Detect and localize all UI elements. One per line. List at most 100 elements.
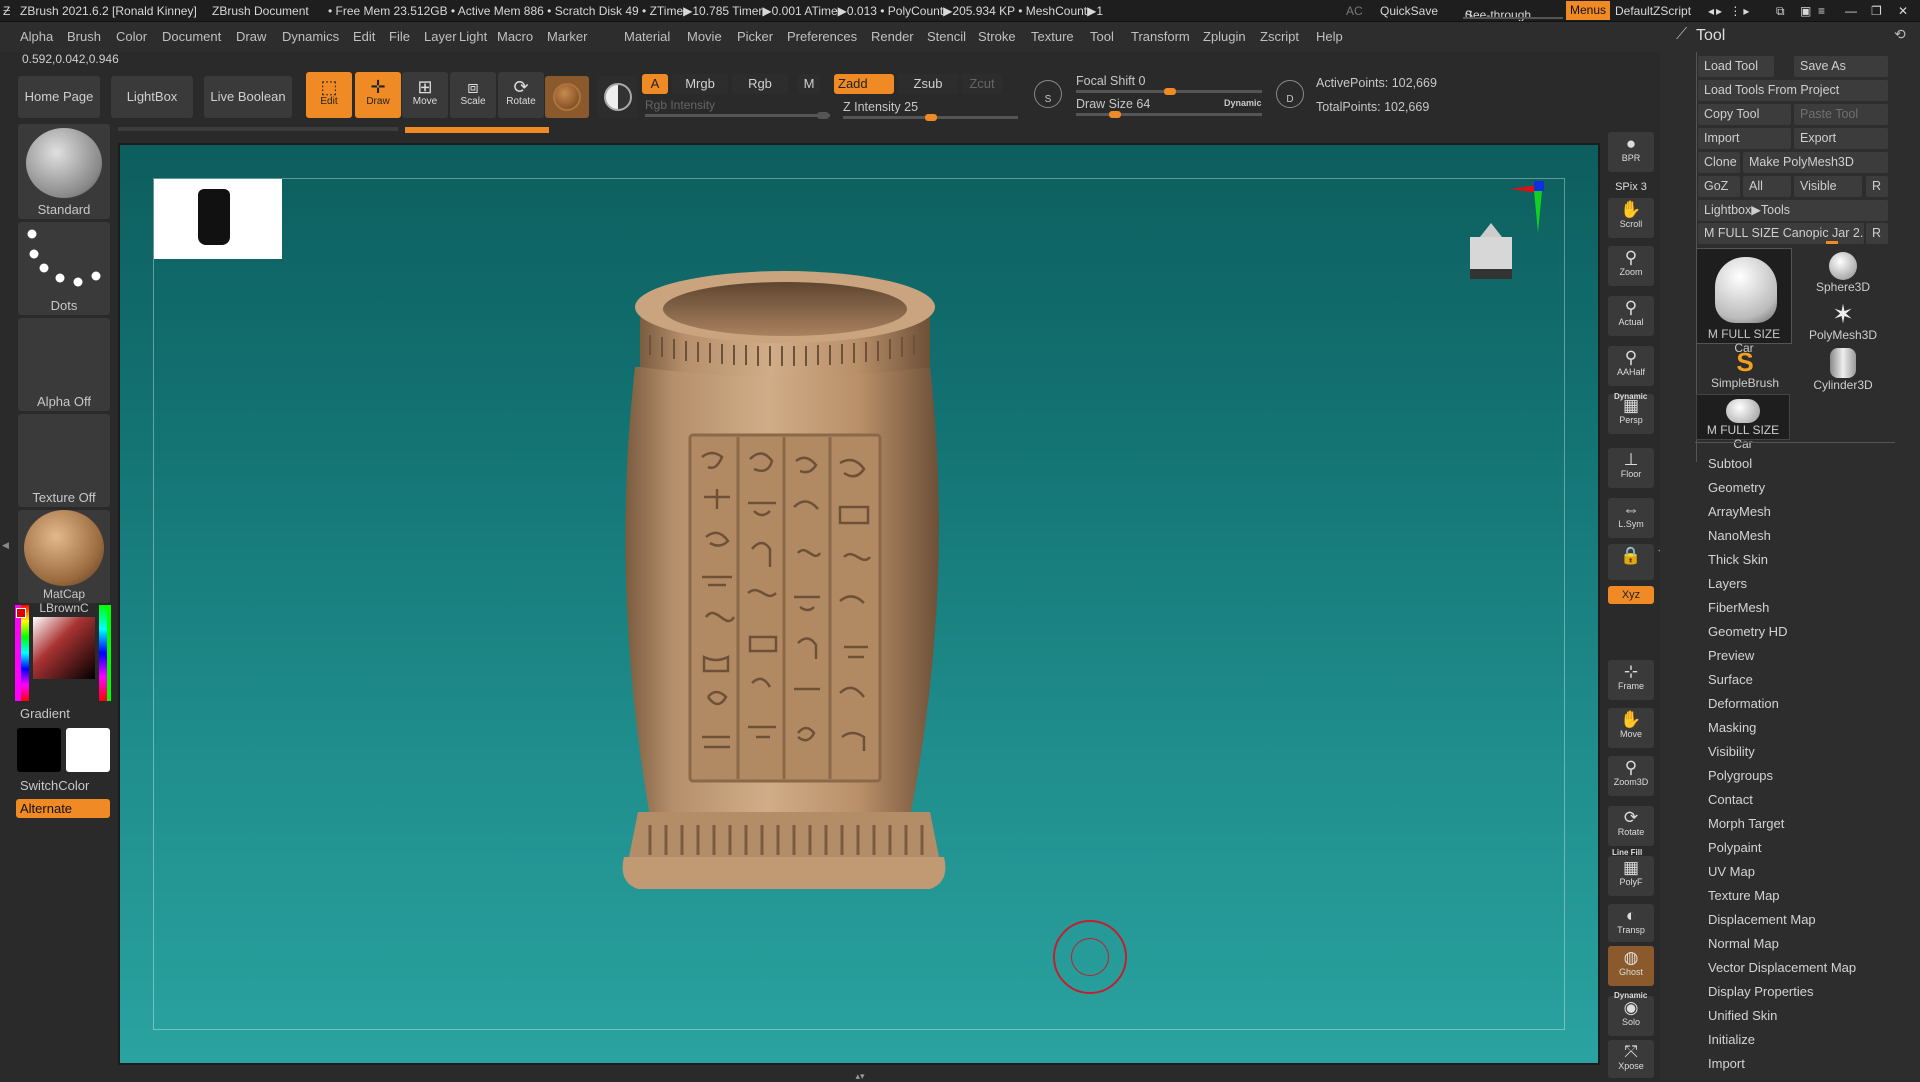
menu-alpha[interactable]: Alpha [20, 29, 53, 44]
menu-transform[interactable]: Transform [1131, 29, 1190, 44]
stroke-selector[interactable]: Dots [18, 222, 110, 315]
z-intensity-slider[interactable]: Z Intensity 25 [843, 100, 918, 114]
make-polymesh3d-button[interactable]: Make PolyMesh3D [1743, 152, 1888, 173]
section-unified-skin[interactable]: Unified Skin [1708, 1008, 1777, 1023]
section-polygroups[interactable]: Polygroups [1708, 768, 1773, 783]
section-subtool[interactable]: Subtool [1708, 456, 1752, 471]
navigator-thumbnail[interactable] [154, 179, 282, 259]
menu-stencil[interactable]: Stencil [927, 29, 966, 44]
switchcolor-button[interactable]: SwitchColor [20, 778, 89, 793]
tool-thumb-current[interactable]: M FULL SIZE Car [1696, 248, 1792, 355]
secondary-color-swatch[interactable] [66, 728, 110, 772]
section-geometry-hd[interactable]: Geometry HD [1708, 624, 1787, 639]
goz-all-button[interactable]: All [1743, 176, 1791, 197]
section-geometry[interactable]: Geometry [1708, 480, 1765, 495]
actual-button[interactable]: ⚲ Actual [1608, 296, 1654, 336]
current-tool-slider[interactable]: M FULL SIZE Canopic Jar 2. 4 [1698, 223, 1864, 244]
move-mode-button[interactable]: ⊞ Move [402, 72, 448, 118]
section-import[interactable]: Import [1708, 1056, 1745, 1071]
menu-tool[interactable]: Tool [1090, 29, 1114, 44]
spix-button[interactable]: SPix 3 [1608, 178, 1654, 196]
current-tool-r-button[interactable]: R [1866, 223, 1888, 244]
mrgb-button[interactable]: Mrgb [672, 74, 728, 94]
left-collapse-icon[interactable]: ◀ [2, 540, 9, 551]
copy-tool-button[interactable]: Copy Tool [1698, 104, 1791, 125]
lightbox-tools-button[interactable]: Lightbox▶Tools [1698, 200, 1888, 221]
menu-preferences[interactable]: Preferences [787, 29, 857, 44]
menu-stroke[interactable]: Stroke [978, 29, 1016, 44]
window-icon[interactable]: ⧉ [1776, 4, 1785, 19]
section-texture-map[interactable]: Texture Map [1708, 888, 1780, 903]
goz-button[interactable]: GoZ [1698, 176, 1740, 197]
section-display-properties[interactable]: Display Properties [1708, 984, 1814, 999]
aahalf-button[interactable]: ⚲ AAHalf [1608, 346, 1654, 386]
section-displacement-map[interactable]: Displacement Map [1708, 912, 1816, 927]
section-contact[interactable]: Contact [1708, 792, 1753, 807]
goz-r-button[interactable]: R [1866, 176, 1888, 197]
draw-size-icon[interactable]: D [1276, 80, 1304, 108]
section-polypaint[interactable]: Polypaint [1708, 840, 1761, 855]
section-vector-displacement-map[interactable]: Vector Displacement Map [1708, 960, 1856, 975]
menu-file[interactable]: File [389, 29, 410, 44]
ac-label[interactable]: AC [1346, 4, 1363, 18]
menu-draw[interactable]: Draw [236, 29, 266, 44]
menu-color[interactable]: Color [116, 29, 147, 44]
view-cube-icon[interactable] [1460, 217, 1522, 289]
section-layers[interactable]: Layers [1708, 576, 1747, 591]
floor-button[interactable]: ⊥ Floor [1608, 448, 1654, 488]
ghost-button[interactable]: ◍ Ghost [1608, 946, 1654, 986]
menu-movie[interactable]: Movie [687, 29, 722, 44]
rotate-view-button[interactable]: ⟳ Rotate [1608, 806, 1654, 846]
focal-shift-icon[interactable]: S [1034, 80, 1062, 108]
section-arraymesh[interactable]: ArrayMesh [1708, 504, 1771, 519]
edit-mode-button[interactable]: ⬚ Edit [306, 72, 352, 118]
clone-button[interactable]: Clone [1698, 152, 1740, 173]
canopic-jar-model[interactable] [610, 257, 1000, 907]
default-zscript-button[interactable]: DefaultZScript [1615, 4, 1691, 18]
alternate-button[interactable]: Alternate [16, 799, 110, 818]
texture-selector[interactable]: Texture Off [18, 414, 110, 507]
yin-yang-icon[interactable] [598, 76, 638, 118]
gradient-label[interactable]: Gradient [20, 706, 70, 721]
solo-button[interactable]: ◉ Solo [1608, 996, 1654, 1036]
load-tools-from-project-button[interactable]: Load Tools From Project [1698, 80, 1888, 101]
quicksave-button[interactable]: QuickSave [1380, 4, 1438, 18]
menu-document[interactable]: Document [162, 29, 221, 44]
layout-icon[interactable]: ◂▸ ⋮▸ [1708, 4, 1751, 18]
draw-mode-button[interactable]: ✛ Draw [355, 72, 401, 118]
section-uv-map[interactable]: UV Map [1708, 864, 1755, 879]
menu-marker[interactable]: Marker [547, 29, 587, 44]
alpha-selector[interactable]: Alpha Off [18, 318, 110, 411]
save-as-button[interactable]: Save As [1794, 56, 1888, 77]
lock-button[interactable]: 🔒 [1608, 544, 1654, 580]
zcut-button[interactable]: Zcut [962, 74, 1002, 94]
menu-zscript[interactable]: Zscript [1260, 29, 1299, 44]
section-morph-target[interactable]: Morph Target [1708, 816, 1784, 831]
menu-lines-icon[interactable]: ≡ [1818, 4, 1825, 18]
rotate-mode-button[interactable]: ⟳ Rotate [498, 72, 544, 118]
minimize-icon[interactable]: — [1845, 4, 1857, 18]
rgb-intensity-slider[interactable]: Rgb Intensity [645, 98, 715, 112]
section-surface[interactable]: Surface [1708, 672, 1753, 687]
bottom-collapse-handle[interactable]: ▴▾ [795, 1071, 925, 1081]
menu-render[interactable]: Render [871, 29, 914, 44]
a-button[interactable]: A [642, 74, 668, 94]
menu-edit[interactable]: Edit [353, 29, 375, 44]
import-button[interactable]: Import [1698, 128, 1791, 149]
brush-selector[interactable]: Standard [18, 124, 110, 219]
pin-icon[interactable]: ⟋ [1676, 26, 1687, 44]
zsub-button[interactable]: Zsub [898, 74, 958, 94]
bpr-button[interactable]: ● BPR [1608, 132, 1654, 172]
lightbox-button[interactable]: LightBox [111, 76, 193, 118]
export-button[interactable]: Export [1794, 128, 1888, 149]
section-masking[interactable]: Masking [1708, 720, 1756, 735]
menu-brush[interactable]: Brush [67, 29, 101, 44]
tool-thumb-jar-2[interactable]: M FULL SIZE Car [1696, 394, 1790, 451]
zoom3d-button[interactable]: ⚲ Zoom3D [1608, 756, 1654, 796]
close-icon[interactable]: ✕ [1898, 4, 1908, 18]
section-preview[interactable]: Preview [1708, 648, 1754, 663]
menu-material[interactable]: Material [624, 29, 670, 44]
move-view-button[interactable]: ✋ Move [1608, 708, 1654, 748]
load-tool-button[interactable]: Load Tool [1698, 56, 1774, 77]
section-nanomesh[interactable]: NanoMesh [1708, 528, 1771, 543]
